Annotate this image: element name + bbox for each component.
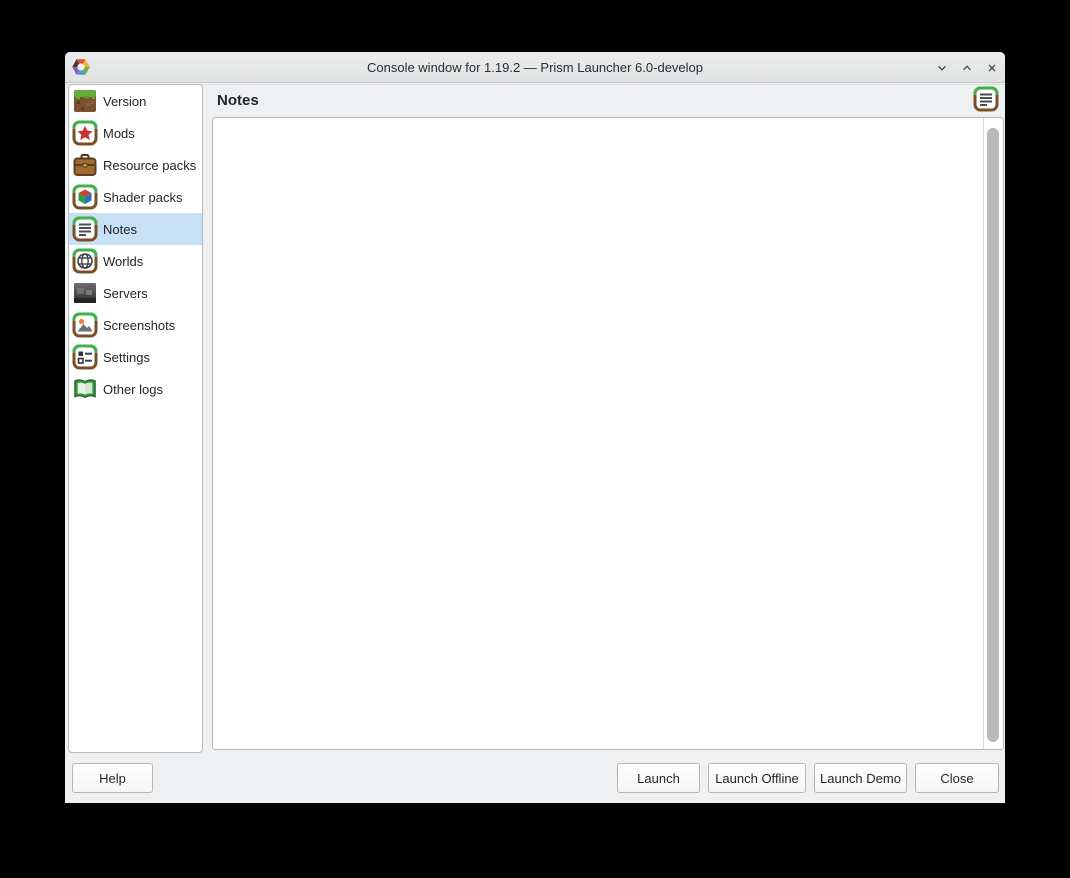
x-icon	[985, 61, 999, 75]
launch-offline-button[interactable]: Launch Offline	[708, 763, 806, 793]
close-button[interactable]: Close	[915, 763, 999, 793]
page-title: Notes	[217, 91, 259, 111]
console-window: Console window for 1.19.2 — Prism Launch…	[65, 52, 1005, 803]
star-icon	[72, 120, 98, 146]
titlebar[interactable]: Console window for 1.19.2 — Prism Launch…	[65, 52, 1005, 83]
chevron-down-icon	[935, 61, 949, 75]
launch-button[interactable]: Launch	[617, 763, 700, 793]
sidebar-item-shader-packs[interactable]: Shader packs	[69, 181, 202, 213]
help-button[interactable]: Help	[72, 763, 153, 793]
sidebar-item-resource-packs[interactable]: Resource packs	[69, 149, 202, 181]
scrollbar-thumb[interactable]	[987, 128, 999, 742]
sidebar-item-label: Notes	[103, 222, 137, 237]
sidebar-item-mods[interactable]: Mods	[69, 117, 202, 149]
briefcase-icon	[72, 152, 98, 178]
prism-launcher-logo-icon	[72, 58, 90, 76]
settings-list-icon	[72, 344, 98, 370]
sidebar-item-worlds[interactable]: Worlds	[69, 245, 202, 277]
vertical-scrollbar[interactable]	[983, 118, 1003, 749]
sidebar-item-label: Worlds	[103, 254, 143, 269]
notes-text[interactable]	[217, 121, 979, 746]
launch-demo-button[interactable]: Launch Demo	[814, 763, 907, 793]
globe-icon	[72, 248, 98, 274]
sidebar-item-label: Shader packs	[103, 190, 183, 205]
header-divider	[65, 84, 1005, 85]
notes-textarea[interactable]	[212, 117, 1004, 750]
cube-icon	[72, 184, 98, 210]
sidebar-item-label: Resource packs	[103, 158, 196, 173]
notes-icon	[973, 86, 999, 112]
window-title: Console window for 1.19.2 — Prism Launch…	[65, 60, 1005, 75]
sidebar-item-label: Settings	[103, 350, 150, 365]
sidebar-item-settings[interactable]: Settings	[69, 341, 202, 373]
desktop-background: Console window for 1.19.2 — Prism Launch…	[0, 0, 1070, 878]
sidebar-item-label: Servers	[103, 286, 148, 301]
sidebar-item-other-logs[interactable]: Other logs	[69, 373, 202, 405]
sidebar-item-label: Other logs	[103, 382, 163, 397]
minimize-button[interactable]	[934, 60, 949, 75]
close-window-button[interactable]	[984, 60, 999, 75]
server-thumbnail-icon	[72, 280, 98, 306]
sidebar-item-label: Version	[103, 94, 146, 109]
open-book-icon	[72, 376, 98, 402]
sidebar-item-label: Screenshots	[103, 318, 175, 333]
window-controls	[934, 52, 999, 83]
sidebar-item-servers[interactable]: Servers	[69, 277, 202, 309]
sidebar-item-screenshots[interactable]: Screenshots	[69, 309, 202, 341]
page-list: Version Mods Resource packs	[68, 84, 203, 753]
sidebar-item-label: Mods	[103, 126, 135, 141]
sidebar-item-version[interactable]: Version	[69, 85, 202, 117]
chevron-up-icon	[960, 61, 974, 75]
grass-block-icon	[72, 88, 98, 114]
image-icon	[72, 312, 98, 338]
notes-icon	[72, 216, 98, 242]
sidebar-item-notes[interactable]: Notes	[69, 213, 202, 245]
maximize-button[interactable]	[959, 60, 974, 75]
